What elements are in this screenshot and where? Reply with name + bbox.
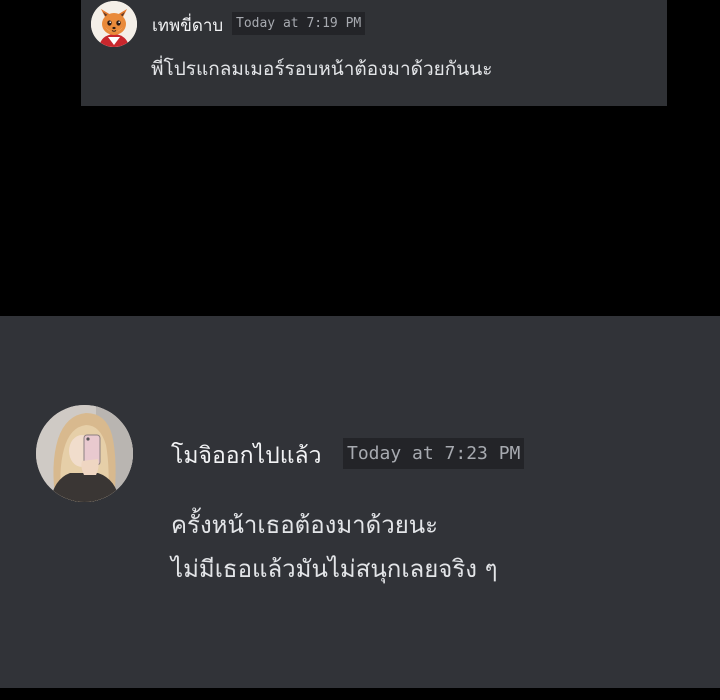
message-text-line-1: ครั้งหน้าเธอต้องมาด้วยนะ (171, 511, 439, 539)
fox-avatar-image (91, 1, 137, 47)
chat-message-1: เทพขี่ดาบ Today at 7:19 PM พี่โปรแกลมเมอ… (81, 0, 667, 106)
timestamp: Today at 7:23 PM (343, 438, 525, 469)
username[interactable]: โมจิออกไปแล้ว (171, 438, 322, 474)
fox-avatar[interactable] (91, 1, 137, 47)
blonde-girl-selfie-avatar[interactable] (36, 405, 133, 502)
selfie-avatar-image (36, 405, 133, 502)
message-text: พี่โปรแกลมเมอร์รอบหน้าต้องมาด้วยกันนะ (151, 58, 493, 80)
chat-message-2: โมจิออกไปแล้ว Today at 7:23 PM ครั้งหน้า… (0, 316, 720, 688)
timestamp: Today at 7:19 PM (232, 12, 366, 35)
username[interactable]: เทพขี่ดาบ (152, 12, 223, 39)
message-text-line-2: ไม่มีเธอแล้วมันไม่สนุกเลยจริง ๆ (171, 555, 498, 583)
